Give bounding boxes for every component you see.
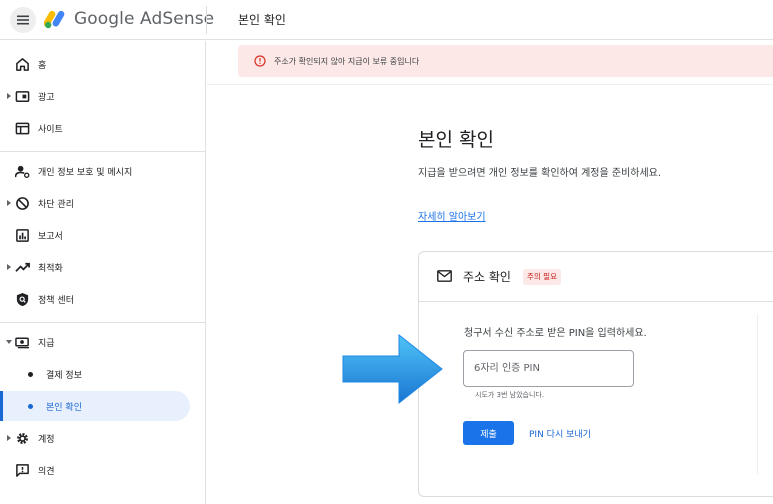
resend-pin-link[interactable]: PIN 다시 보내기 — [529, 427, 591, 440]
submit-button[interactable]: 제출 — [463, 421, 514, 445]
sidebar-subitem-label: 본인 확인 — [46, 402, 82, 413]
sidebar-item-home[interactable]: 홈 — [0, 49, 206, 79]
sidebar-item-policy-center[interactable]: 정책 센터 — [0, 284, 206, 314]
main-heading: 본인 확인 — [418, 129, 494, 151]
reports-icon — [14, 227, 30, 243]
sites-icon — [14, 120, 30, 136]
hamburger-icon — [17, 15, 29, 25]
bullet-dot — [28, 403, 33, 409]
sidebar-item-blocking-controls[interactable]: 차단 관리 — [0, 188, 206, 218]
app-name: Google AdSense — [74, 9, 215, 29]
chevron-right-icon — [6, 263, 12, 271]
sidebar-item-label: 보고서 — [38, 231, 63, 242]
trending-up-icon — [14, 259, 30, 275]
chevron-right-icon — [6, 199, 12, 207]
sidebar-item-reports[interactable]: 보고서 — [0, 220, 206, 250]
sidebar-item-payments[interactable]: 지급 — [0, 327, 206, 357]
sidebar-item-sites[interactable]: 사이트 — [0, 113, 206, 143]
payments-icon — [14, 334, 30, 350]
chevron-down-icon — [6, 338, 12, 346]
attention-badge: 주의 필요 — [523, 269, 561, 285]
sidebar-subitem-label: 결제 정보 — [46, 370, 82, 381]
bullet-dot — [28, 371, 33, 377]
sidebar-item-label: 지급 — [38, 338, 55, 349]
chevron-right-icon — [6, 434, 12, 442]
gear-icon — [14, 430, 30, 446]
sidebar-item-label: 사이트 — [38, 124, 63, 135]
payment-hold-alert: 주소가 확인되지 않아 지급이 보류 중입니다 — [238, 45, 773, 77]
card-divider — [757, 314, 758, 474]
sidebar-item-label: 정책 센터 — [38, 295, 74, 306]
header-divider — [206, 6, 207, 34]
sidebar-item-label: 계정 — [38, 434, 55, 445]
adsense-logo[interactable]: Google AdSense — [44, 9, 214, 29]
menu-button[interactable] — [10, 7, 36, 33]
sidebar-item-account[interactable]: 계정 — [0, 423, 206, 453]
sidebar-subitem-verification[interactable]: 본인 확인 — [0, 391, 190, 421]
feedback-icon — [14, 462, 30, 478]
sidebar-item-label: 홈 — [38, 60, 47, 71]
pin-instruction: 청구서 수신 주소로 받은 PIN을 입력하세요. — [464, 328, 647, 339]
adsense-logo-icon — [44, 10, 65, 29]
sidebar-item-label: 개인 정보 보호 및 메시지 — [38, 167, 133, 178]
sidebar-item-optimization[interactable]: 최적화 — [0, 252, 206, 282]
sidebar-item-ads[interactable]: 광고 — [0, 81, 206, 111]
block-icon — [14, 195, 30, 211]
attempts-remaining: 시도가 3번 남았습니다. — [475, 391, 545, 399]
page-title: 본인 확인 — [238, 13, 286, 27]
sidebar-item-privacy-messaging[interactable]: 개인 정보 보호 및 메시지 — [0, 156, 206, 186]
ads-icon — [14, 88, 30, 104]
sidebar-divider — [0, 151, 206, 152]
content-divider — [207, 84, 773, 85]
mail-icon — [437, 270, 452, 282]
card-header: 주소 확인 주의 필요 — [419, 252, 773, 302]
active-indicator — [0, 391, 3, 421]
policy-shield-icon — [14, 291, 30, 307]
description-text: 지급을 받으려면 개인 정보를 확인하여 계정을 준비하세요. — [418, 168, 662, 179]
sidebar: 홈 광고 사이트 개인 정보 보호 및 메시지 차단 관리 보고서 최적화 정책… — [0, 41, 206, 504]
address-verification-card: 주소 확인 주의 필요 청구서 수신 주소로 받은 PIN을 입력하세요. 시도… — [418, 251, 773, 497]
arrow-annotation-icon — [342, 334, 443, 404]
top-app-bar: Google AdSense 본인 확인 — [0, 0, 773, 40]
learn-more-link[interactable]: 자세히 알아보기 — [418, 208, 486, 223]
pin-input[interactable] — [463, 350, 634, 387]
sidebar-item-label: 광고 — [38, 92, 55, 103]
sidebar-item-label: 의견 — [38, 466, 55, 477]
card-title: 주소 확인 — [463, 270, 511, 284]
person-settings-icon — [14, 163, 30, 179]
error-icon — [254, 55, 266, 67]
alert-message: 주소가 확인되지 않아 지급이 보류 중입니다 — [274, 56, 420, 66]
sidebar-subitem-payment-info[interactable]: 결제 정보 — [0, 359, 190, 389]
sidebar-item-label: 최적화 — [38, 263, 63, 274]
chevron-right-icon — [6, 92, 12, 100]
sidebar-divider — [0, 322, 206, 323]
home-icon — [14, 56, 30, 72]
sidebar-item-label: 차단 관리 — [38, 199, 74, 210]
sidebar-item-feedback[interactable]: 의견 — [0, 455, 206, 485]
